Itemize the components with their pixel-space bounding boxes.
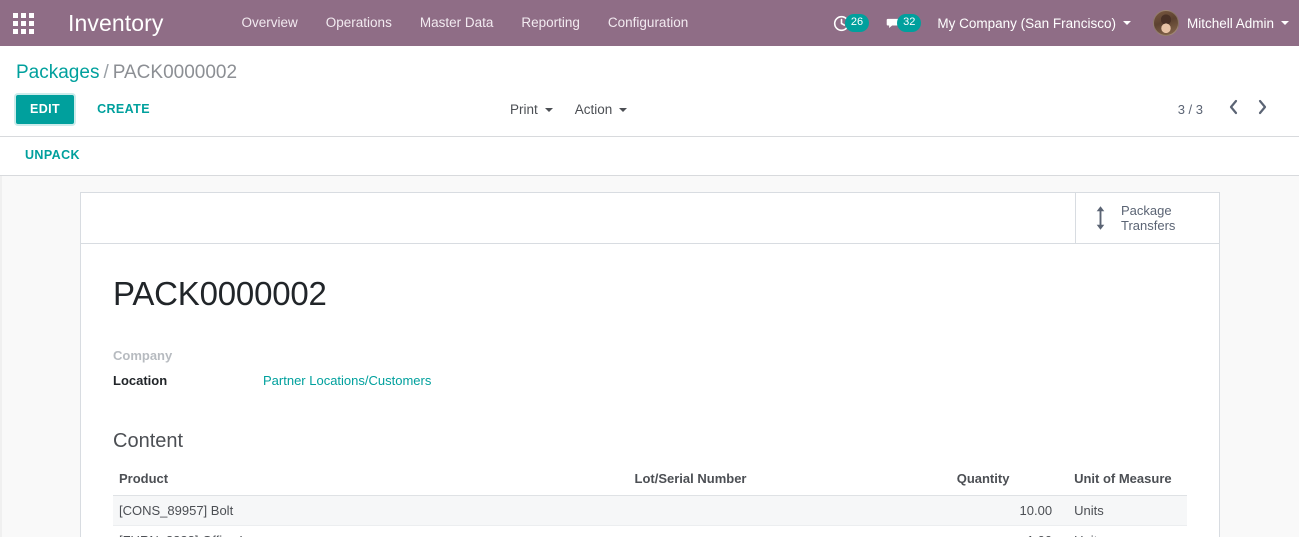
action-label: Action xyxy=(574,101,613,117)
nav-item-operations[interactable]: Operations xyxy=(312,0,406,46)
form-content-area: Package Transfers PACK0000002 Company Lo… xyxy=(0,175,1299,537)
cell-quantity: 1.00 xyxy=(950,525,1059,537)
location-field-label: Location xyxy=(113,372,168,388)
cell-unit-of-measure: Units xyxy=(1058,525,1187,537)
app-brand-title[interactable]: Inventory xyxy=(46,10,176,37)
table-header-row: Product Lot/Serial Number Quantity Unit … xyxy=(113,466,1187,496)
nav-item-master-data[interactable]: Master Data xyxy=(406,0,508,46)
top-navbar: Inventory Overview Operations Master Dat… xyxy=(0,0,1299,46)
chevron-right-icon xyxy=(1257,99,1268,120)
control-panel-dropdowns: Print Action xyxy=(510,102,649,117)
breadcrumb-packages-link[interactable]: Packages xyxy=(16,62,99,83)
control-panel: Packages / PACK0000002 EDIT CREATE Print A… xyxy=(0,46,1299,137)
form-sheet: Package Transfers PACK0000002 Company Lo… xyxy=(80,191,1220,537)
pager-counter: 3 / 3 xyxy=(1177,101,1203,117)
create-button[interactable]: CREATE xyxy=(84,96,163,123)
unpack-button[interactable]: UNPACK xyxy=(16,143,89,168)
pager-previous-button[interactable] xyxy=(1219,97,1248,122)
table-row[interactable]: [FURN_8888] Office Lamp 1.00 Units xyxy=(113,525,1187,537)
cell-product: [CONS_89957] Bolt xyxy=(113,495,629,526)
chevron-left-icon xyxy=(1228,99,1239,120)
page-title: PACK0000002 xyxy=(113,274,327,312)
content-table-head: Product Lot/Serial Number Quantity Unit … xyxy=(113,466,1187,496)
sheet-inner: PACK0000002 Company Location Partner Loc… xyxy=(81,244,1219,537)
package-transfers-stat-button[interactable]: Package Transfers xyxy=(1075,192,1219,243)
table-row[interactable]: [CONS_89957] Bolt 10.00 Units xyxy=(113,495,1187,526)
edit-button[interactable]: EDIT xyxy=(16,95,75,124)
breadcrumb: Packages / PACK0000002 xyxy=(16,46,1283,88)
avatar xyxy=(1152,10,1179,36)
location-field-value: Partner Locations/Customers xyxy=(263,373,431,388)
cell-lot-serial xyxy=(628,525,951,537)
nav-item-overview[interactable]: Overview xyxy=(228,0,312,46)
column-header-unit-of-measure[interactable]: Unit of Measure xyxy=(1058,466,1187,496)
chevron-down-icon xyxy=(619,108,628,113)
cell-lot-serial xyxy=(628,495,951,526)
breadcrumb-separator: / xyxy=(103,62,109,83)
form-statusbar: UNPACK xyxy=(0,136,1299,176)
company-switcher[interactable]: My Company (San Francisco) xyxy=(937,16,1131,31)
navbar-menu: Overview Operations Master Data Reportin… xyxy=(228,0,703,46)
cell-product: [FURN_8888] Office Lamp xyxy=(113,525,629,537)
apps-grid-icon xyxy=(12,12,34,34)
activities-menu-button[interactable]: 26 xyxy=(833,14,870,32)
print-dropdown[interactable]: Print xyxy=(510,102,553,117)
apps-menu-button[interactable] xyxy=(0,0,46,46)
column-header-lot-serial[interactable]: Lot/Serial Number xyxy=(628,466,951,496)
messages-count-badge: 32 xyxy=(897,14,922,32)
breadcrumb-current: PACK0000002 xyxy=(112,62,238,83)
activities-count-badge: 26 xyxy=(844,14,870,32)
chevron-down-icon xyxy=(1281,21,1289,25)
cell-quantity: 10.00 xyxy=(950,495,1059,526)
user-name: Mitchell Admin xyxy=(1186,15,1274,31)
nav-item-reporting[interactable]: Reporting xyxy=(507,0,594,46)
pager-next-button[interactable] xyxy=(1248,97,1277,122)
chevron-down-icon xyxy=(544,108,553,113)
company-name: My Company (San Francisco) xyxy=(937,15,1116,31)
chevron-down-icon xyxy=(1122,21,1131,25)
nav-item-configuration[interactable]: Configuration xyxy=(594,0,702,46)
navbar-right-section: 26 32 My Company (San Francisco) Mitchel… xyxy=(833,0,1289,46)
scrollbar-track[interactable] xyxy=(0,175,2,537)
print-label: Print xyxy=(510,101,538,117)
cell-unit-of-measure: Units xyxy=(1058,495,1187,526)
content-section-title: Content xyxy=(113,429,184,452)
content-table: Product Lot/Serial Number Quantity Unit … xyxy=(113,466,1187,537)
record-pager: 3 / 3 xyxy=(1178,97,1277,122)
arrows-vertical-icon xyxy=(1094,205,1107,231)
location-link[interactable]: Partner Locations/Customers xyxy=(263,373,431,388)
content-table-body: [CONS_89957] Bolt 10.00 Units [FURN_8888… xyxy=(113,495,1187,537)
column-header-product[interactable]: Product xyxy=(113,466,629,496)
sheet-wrapper: Package Transfers PACK0000002 Company Lo… xyxy=(0,176,1299,537)
company-field-label: Company xyxy=(113,347,173,363)
column-header-quantity[interactable]: Quantity xyxy=(950,466,1059,496)
action-dropdown[interactable]: Action xyxy=(575,102,628,117)
messages-menu-button[interactable]: 32 xyxy=(885,14,922,32)
stat-button-box: Package Transfers xyxy=(81,192,1219,244)
field-row-company: Company xyxy=(113,348,1187,373)
user-menu[interactable]: Mitchell Admin xyxy=(1152,10,1289,36)
field-row-location: Location Partner Locations/Customers xyxy=(113,373,1187,398)
package-transfers-label: Package Transfers xyxy=(1121,202,1176,233)
control-panel-buttons: EDIT CREATE Print Action 3 / 3 xyxy=(16,88,1283,136)
field-group: Company Location Partner Locations/Custo… xyxy=(113,348,1187,398)
